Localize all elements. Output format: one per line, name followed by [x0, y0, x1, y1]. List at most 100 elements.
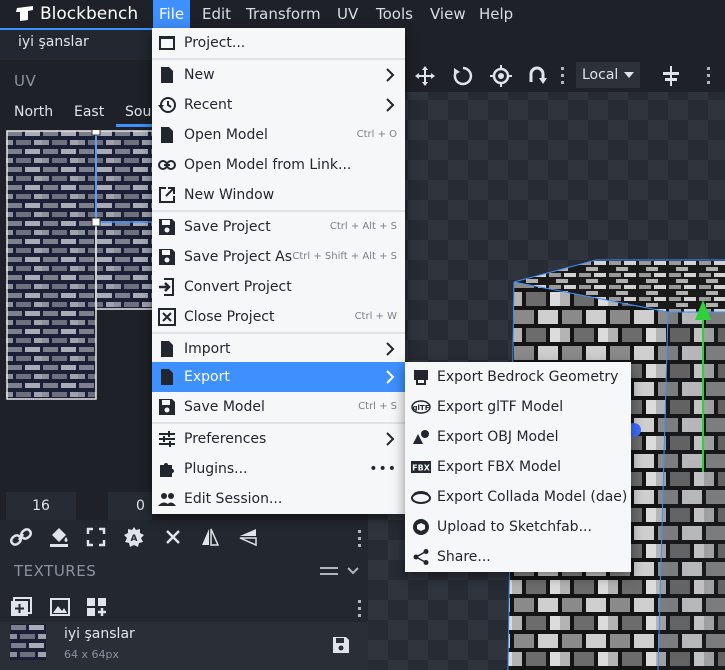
collapse-chevron-icon[interactable]	[346, 566, 360, 576]
open-file-icon	[161, 127, 173, 143]
maximize-icon[interactable]	[86, 527, 106, 547]
menu-item-export-bedrock[interactable]: Export Bedrock Geometry	[405, 362, 631, 392]
toolbar-more-icon-2[interactable]	[707, 66, 711, 86]
pivot-tool-icon[interactable]	[489, 64, 513, 88]
file-menu: Project... New Recent Open Model Ctrl + …	[152, 28, 405, 514]
menu-transform[interactable]: Transform	[240, 0, 327, 28]
menu-item-plugins[interactable]: Plugins... •••	[152, 454, 405, 484]
svg-text:A: A	[131, 534, 138, 544]
save-icon	[159, 399, 175, 415]
project-tab-label: iyi şanslar	[18, 34, 89, 50]
menu-item-export-obj[interactable]: Export OBJ Model	[405, 422, 631, 452]
menu-item-label: Plugins...	[184, 461, 248, 477]
import-icon	[161, 341, 173, 357]
texture-generator-icon[interactable]	[86, 597, 108, 617]
vertex-snap-icon[interactable]	[527, 64, 551, 88]
menu-tools[interactable]: Tools	[370, 0, 419, 28]
menu-item-label: Recent	[184, 97, 233, 113]
texture-size: 64 x 64px	[64, 648, 119, 661]
menu-item-new-window[interactable]: New Window	[152, 180, 405, 210]
face-tab-south[interactable]: Sou	[125, 104, 152, 120]
menu-item-edit-session[interactable]: Edit Session...	[152, 484, 405, 514]
chevron-right-icon	[386, 68, 395, 82]
menu-item-label: Edit Session...	[184, 491, 283, 507]
menu-item-preferences[interactable]: Preferences	[152, 424, 405, 454]
menu-item-export-collada[interactable]: Export Collada Model (dae)	[405, 482, 631, 512]
menu-item-label: Share...	[437, 549, 491, 565]
menu-view[interactable]: View	[424, 0, 472, 28]
panel-menu-icon[interactable]	[320, 564, 338, 578]
move-tool-icon[interactable]	[413, 64, 437, 88]
face-tab-east[interactable]: East	[74, 104, 104, 120]
menu-item-convert-project[interactable]: Convert Project	[152, 272, 405, 302]
menu-item-project[interactable]: Project...	[152, 28, 405, 58]
svg-text:FBX: FBX	[412, 464, 431, 473]
menu-item-label: Export Bedrock Geometry	[437, 369, 619, 385]
texture-more-icon[interactable]	[358, 600, 362, 618]
menu-item-label: Export FBX Model	[437, 459, 562, 475]
menu-item-label: Export	[184, 369, 230, 385]
texture-list-item[interactable]	[0, 622, 368, 670]
menu-item-label: Open Model from Link...	[184, 157, 352, 173]
people-icon	[158, 493, 176, 506]
chevron-right-icon	[386, 432, 395, 446]
menu-item-save-model[interactable]: Save Model Ctrl + S	[152, 392, 405, 422]
link-icon	[158, 160, 176, 170]
menu-item-open-from-link[interactable]: Open Model from Link...	[152, 150, 405, 180]
bedrock-icon	[414, 370, 428, 385]
chevron-down-icon	[624, 72, 634, 78]
face-tab-north[interactable]: North	[14, 104, 53, 120]
mirror-y-icon[interactable]	[238, 527, 258, 547]
share-icon	[413, 549, 429, 565]
menu-item-label: Save Project	[184, 219, 271, 235]
shapes-icon	[413, 430, 429, 444]
menu-item-new[interactable]: New	[152, 60, 405, 90]
mirror-x-icon[interactable]	[200, 527, 220, 547]
uv-more-icon[interactable]	[358, 530, 362, 548]
menu-help[interactable]: Help	[473, 0, 519, 28]
menu-item-label: Project...	[184, 35, 246, 51]
transform-space-select[interactable]: Local	[576, 62, 640, 88]
menu-item-label: New Window	[184, 187, 275, 203]
history-icon	[158, 97, 176, 113]
textures-panel-title: TEXTURES	[14, 562, 97, 580]
mirror-modeling-icon[interactable]	[659, 64, 683, 88]
close-box-icon	[158, 308, 176, 326]
auto-uv-icon[interactable]: A	[123, 526, 145, 548]
menu-item-close-project[interactable]: Close Project Ctrl + W	[152, 302, 405, 332]
rotate-tool-icon[interactable]	[451, 64, 475, 88]
save-texture-icon[interactable]	[332, 636, 350, 654]
menu-item-export-gltf[interactable]: glTF Export glTF Model	[405, 392, 631, 422]
clear-uv-icon[interactable]	[164, 528, 182, 546]
menu-item-export[interactable]: Export	[152, 362, 405, 392]
menu-item-save-project-as[interactable]: Save Project As Ctrl + Shift + Alt + S	[152, 242, 405, 272]
menu-item-recent[interactable]: Recent	[152, 90, 405, 120]
menu-edit[interactable]: Edit	[196, 0, 237, 28]
menu-item-share[interactable]: Share...	[405, 542, 631, 572]
import-texture-icon[interactable]	[50, 598, 70, 616]
menu-item-import[interactable]: Import	[152, 334, 405, 364]
link-icon[interactable]	[10, 527, 32, 547]
project-icon	[159, 36, 175, 50]
save-icon	[159, 219, 175, 235]
menu-item-save-project[interactable]: Save Project Ctrl + Alt + S	[152, 212, 405, 242]
toolbar-more-icon[interactable]	[561, 66, 565, 86]
app-name: Blockbench	[40, 4, 139, 24]
uv-texture-canvas[interactable]	[6, 130, 152, 400]
shortcut-label: Ctrl + Alt + S	[329, 221, 397, 232]
texture-name: iyi şanslar	[64, 626, 135, 642]
chevron-right-icon	[386, 370, 395, 384]
uv-value-y[interactable]: 0	[108, 492, 152, 520]
add-texture-icon[interactable]	[10, 597, 32, 617]
menu-item-label: Export Collada Model (dae)	[437, 489, 628, 505]
menu-uv[interactable]: UV	[331, 0, 364, 28]
menu-item-label: Preferences	[184, 431, 267, 447]
menu-file[interactable]: File	[153, 0, 191, 28]
menu-item-upload-sketchfab[interactable]: Upload to Sketchfab...	[405, 512, 631, 542]
paint-bucket-icon[interactable]	[48, 526, 70, 548]
menu-item-export-fbx[interactable]: FBX Export FBX Model	[405, 452, 631, 482]
menu-item-open-model[interactable]: Open Model Ctrl + O	[152, 120, 405, 150]
sketchfab-icon	[413, 519, 429, 535]
uv-value-x[interactable]: 16	[6, 492, 76, 520]
chevron-right-icon	[386, 342, 395, 356]
